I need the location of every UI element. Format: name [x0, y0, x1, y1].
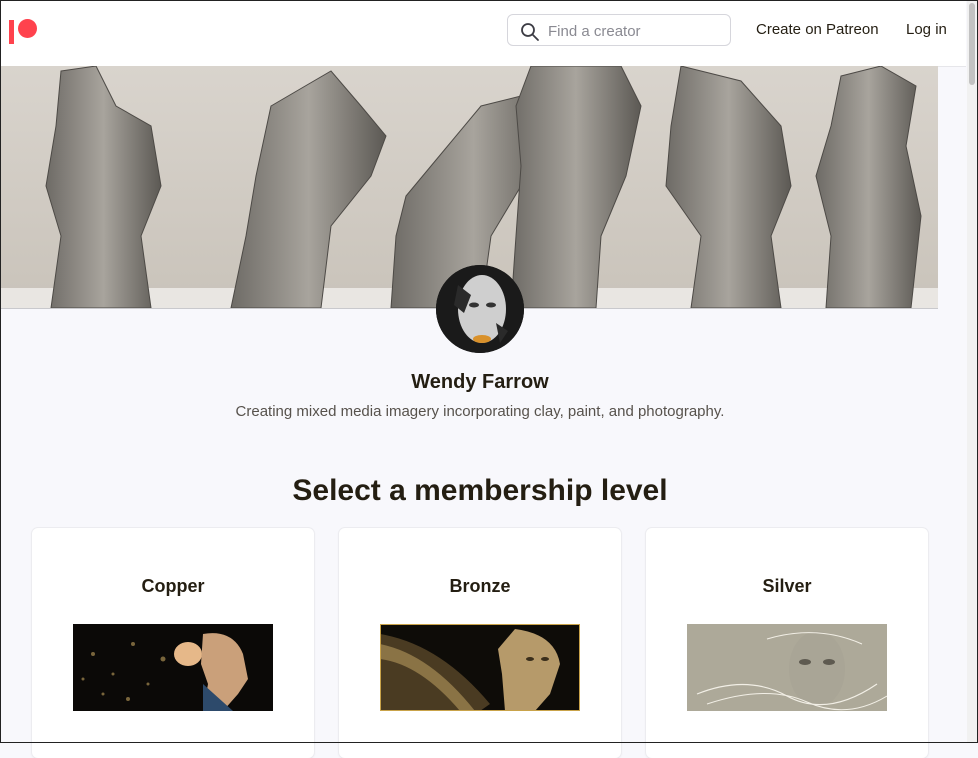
- top-navigation-bar: Create on Patreon Log in: [0, 0, 966, 67]
- membership-section-title: Select a membership level: [292, 474, 668, 507]
- login-link[interactable]: Log in: [906, 21, 947, 38]
- tier-card-silver[interactable]: Silver: [646, 528, 928, 758]
- create-on-patreon-link[interactable]: Create on Patreon: [756, 21, 879, 38]
- creator-tagline: Creating mixed media imagery incorporati…: [235, 403, 725, 420]
- tier-name: Bronze: [449, 576, 511, 596]
- logo-bar: [9, 20, 14, 44]
- search-input[interactable]: [546, 19, 725, 43]
- tier-card-copper[interactable]: Copper: [32, 528, 314, 758]
- scrollbar-thumb[interactable]: [969, 3, 975, 85]
- tier-image-copper: [73, 624, 273, 711]
- tier-card-bronze[interactable]: Bronze: [339, 528, 621, 758]
- logo-circle: [18, 19, 37, 38]
- creator-search-box[interactable]: [507, 14, 731, 46]
- creator-name: Wendy Farrow: [411, 371, 549, 393]
- tier-name: Silver: [762, 576, 812, 596]
- patreon-logo[interactable]: [9, 19, 41, 45]
- search-icon: [521, 23, 539, 41]
- page-scrollbar[interactable]: [967, 1, 977, 742]
- creator-avatar: [436, 265, 524, 353]
- tier-image-bronze: [380, 624, 580, 711]
- tier-image-silver: [687, 624, 887, 711]
- tier-name: Copper: [141, 576, 205, 596]
